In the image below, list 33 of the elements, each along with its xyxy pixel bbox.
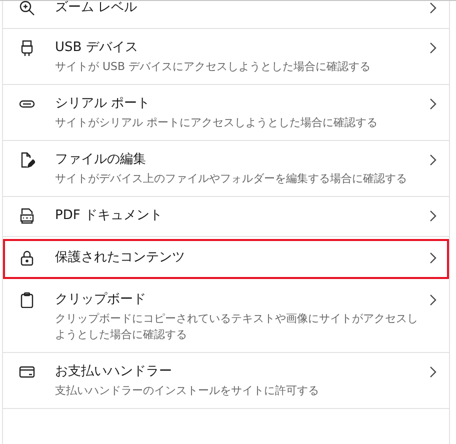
card-icon <box>19 364 35 380</box>
settings-row[interactable]: PDF ドキュメント <box>3 197 449 237</box>
setting-description: サイトがシリアル ポートにアクセスしようとした場合に確認する <box>55 115 378 131</box>
chevron-right-icon <box>429 42 437 54</box>
clipboard-icon <box>19 292 35 308</box>
setting-description: 支払いハンドラーのインストールをサイトに許可する <box>55 383 320 399</box>
chevron-right-icon <box>429 154 437 166</box>
setting-description: サイトが USB デバイスにアクセスしようとした場合に確認する <box>55 59 372 75</box>
setting-title: お支払いハンドラー <box>55 363 173 381</box>
usb-plug-icon <box>19 40 35 56</box>
chevron-right-icon <box>429 98 437 110</box>
setting-title: PDF ドキュメント <box>55 207 164 225</box>
settings-row[interactable]: ファイルの編集 サイトがデバイス上のファイルやフォルダーを編集する場合に確認する <box>3 141 449 197</box>
zoom-in-icon <box>19 1 35 16</box>
chevron-right-icon <box>429 366 437 378</box>
setting-description: サイトがデバイス上のファイルやフォルダーを編集する場合に確認する <box>55 171 408 187</box>
chevron-right-icon <box>429 294 437 306</box>
file-edit-icon <box>19 152 35 168</box>
chevron-right-icon <box>429 210 437 222</box>
setting-title: USB デバイス <box>55 39 139 57</box>
settings-row[interactable]: USB デバイス サイトが USB デバイスにアクセスしようとした場合に確認する <box>3 29 449 85</box>
settings-row[interactable]: クリップボード クリップボードにコピーされているテキストや画像にサイトがアクセスしようとした場合に確認する <box>3 281 449 353</box>
lock-icon <box>19 250 35 266</box>
chevron-right-icon <box>429 252 437 264</box>
setting-title: 保護されたコンテンツ <box>55 249 186 267</box>
settings-row[interactable]: シリアル ポート サイトがシリアル ポートにアクセスしようとした場合に確認する <box>3 85 449 141</box>
settings-row[interactable]: お支払いハンドラー 支払いハンドラーのインストールをサイトに許可する <box>3 353 449 409</box>
chevron-right-icon <box>429 2 437 14</box>
setting-title: クリップボード <box>55 291 147 309</box>
setting-description: クリップボードにコピーされているテキストや画像にサイトがアクセスしようとした場合に確認する <box>55 311 419 343</box>
setting-title: ファイルの編集 <box>55 151 147 169</box>
setting-title: シリアル ポート <box>55 95 152 113</box>
settings-row[interactable]: 保護されたコンテンツ <box>3 239 449 279</box>
